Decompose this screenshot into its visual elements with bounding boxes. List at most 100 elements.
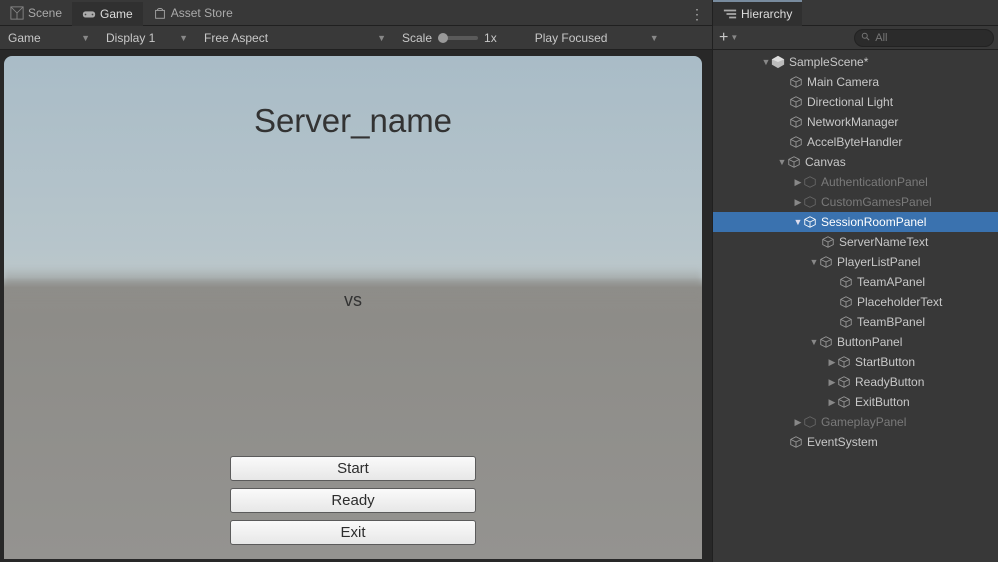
hierarchy-search[interactable]: All bbox=[854, 29, 994, 47]
scale-control: Scale 1x bbox=[394, 31, 505, 45]
tab-game-label: Game bbox=[100, 7, 133, 21]
chevron-down-icon: ▼ bbox=[650, 33, 659, 43]
tab-menu-kebab-icon[interactable]: ⋮ bbox=[690, 6, 704, 23]
tab-game[interactable]: Game bbox=[72, 0, 143, 26]
scale-value: 1x bbox=[484, 31, 497, 45]
node-authentication-panel[interactable]: ▶ AuthenticationPanel bbox=[713, 172, 998, 192]
node-custom-games-panel[interactable]: ▶ CustomGamesPanel bbox=[713, 192, 998, 212]
tab-hierarchy[interactable]: Hierarchy bbox=[713, 0, 802, 26]
gameobject-icon bbox=[803, 175, 817, 189]
foldout-icon[interactable]: ▼ bbox=[777, 157, 787, 167]
game-toolbar: Game ▼ Display 1 ▼ Free Aspect ▼ Scale 1… bbox=[0, 26, 712, 50]
node-label: EventSystem bbox=[807, 435, 878, 449]
gameobject-icon bbox=[787, 155, 801, 169]
node-label: ExitButton bbox=[855, 395, 910, 409]
node-label: Canvas bbox=[805, 155, 846, 169]
node-label: SampleScene* bbox=[789, 55, 868, 69]
gameobject-icon bbox=[789, 115, 803, 129]
play-focus-label: Play Focused bbox=[535, 31, 608, 45]
game-mode-dropdown[interactable]: Game ▼ bbox=[0, 26, 98, 50]
node-player-list-panel[interactable]: ▼ PlayerListPanel bbox=[713, 252, 998, 272]
play-focus-dropdown[interactable]: Play Focused ▼ bbox=[527, 26, 667, 50]
foldout-icon[interactable]: ▶ bbox=[793, 197, 803, 208]
hierarchy-icon bbox=[723, 7, 737, 21]
foldout-icon[interactable]: ▶ bbox=[793, 177, 803, 188]
scale-slider[interactable] bbox=[438, 36, 478, 40]
display-dropdown[interactable]: Display 1 ▼ bbox=[98, 26, 196, 50]
display-label: Display 1 bbox=[106, 31, 155, 45]
aspect-dropdown[interactable]: Free Aspect ▼ bbox=[196, 26, 394, 50]
aspect-label: Free Aspect bbox=[204, 31, 268, 45]
gameobject-icon bbox=[789, 95, 803, 109]
foldout-icon[interactable]: ▼ bbox=[809, 257, 819, 267]
node-label: Main Camera bbox=[807, 75, 879, 89]
node-samplescene[interactable]: ▼ SampleScene* bbox=[713, 52, 998, 72]
gamepad-icon bbox=[82, 7, 96, 21]
foldout-icon[interactable]: ▶ bbox=[827, 357, 837, 368]
node-network-manager[interactable]: NetworkManager bbox=[713, 112, 998, 132]
node-canvas[interactable]: ▼ Canvas bbox=[713, 152, 998, 172]
exit-button[interactable]: Exit bbox=[230, 520, 476, 545]
node-accelbyte-handler[interactable]: AccelByteHandler bbox=[713, 132, 998, 152]
tab-scene[interactable]: Scene bbox=[0, 0, 72, 26]
scale-label: Scale bbox=[402, 31, 432, 45]
node-start-button[interactable]: ▶ StartButton bbox=[713, 352, 998, 372]
node-label: AuthenticationPanel bbox=[821, 175, 928, 189]
scene-icon bbox=[10, 6, 24, 20]
foldout-icon[interactable]: ▶ bbox=[827, 397, 837, 408]
gameobject-icon bbox=[803, 415, 817, 429]
start-button[interactable]: Start bbox=[230, 456, 476, 481]
node-team-b-panel[interactable]: TeamBPanel bbox=[713, 312, 998, 332]
node-label: ServerNameText bbox=[839, 235, 928, 249]
slider-thumb[interactable] bbox=[438, 33, 448, 43]
server-name-text: Server_name bbox=[4, 102, 702, 140]
vs-text: vs bbox=[4, 290, 702, 311]
node-label: StartButton bbox=[855, 355, 915, 369]
game-tab-row: Scene Game Asset Store ⋮ bbox=[0, 0, 712, 26]
gameobject-icon bbox=[837, 355, 851, 369]
node-session-room-panel[interactable]: ▼ SessionRoomPanel bbox=[713, 212, 998, 232]
chevron-down-icon: ▼ bbox=[81, 33, 90, 43]
node-placeholder-text[interactable]: PlaceholderText bbox=[713, 292, 998, 312]
gameobject-icon bbox=[837, 395, 851, 409]
create-button[interactable]: + ▼ bbox=[713, 29, 744, 47]
gameobject-icon bbox=[789, 435, 803, 449]
gameobject-icon bbox=[803, 215, 817, 229]
gameobject-icon bbox=[819, 335, 833, 349]
node-label: PlaceholderText bbox=[857, 295, 942, 309]
foldout-icon[interactable]: ▼ bbox=[793, 217, 803, 227]
node-label: PlayerListPanel bbox=[837, 255, 920, 269]
node-label: SessionRoomPanel bbox=[821, 215, 926, 229]
node-gameplay-panel[interactable]: ▶ GameplayPanel bbox=[713, 412, 998, 432]
foldout-icon[interactable]: ▼ bbox=[761, 57, 771, 67]
chevron-down-icon: ▼ bbox=[179, 33, 188, 43]
hierarchy-tree: ▼ SampleScene* Main Camera Directional L… bbox=[713, 50, 998, 562]
node-ready-button[interactable]: ▶ ReadyButton bbox=[713, 372, 998, 392]
gameobject-icon bbox=[789, 135, 803, 149]
ready-button[interactable]: Ready bbox=[230, 488, 476, 513]
search-placeholder: All bbox=[875, 32, 887, 44]
node-exit-button[interactable]: ▶ ExitButton bbox=[713, 392, 998, 412]
chevron-down-icon: ▼ bbox=[730, 33, 738, 42]
gameobject-icon bbox=[839, 295, 853, 309]
node-label: GameplayPanel bbox=[821, 415, 906, 429]
foldout-icon[interactable]: ▶ bbox=[827, 377, 837, 388]
node-server-name-text[interactable]: ServerNameText bbox=[713, 232, 998, 252]
node-button-panel[interactable]: ▼ ButtonPanel bbox=[713, 332, 998, 352]
foldout-icon[interactable]: ▼ bbox=[809, 337, 819, 347]
node-label: NetworkManager bbox=[807, 115, 898, 129]
hierarchy-panel: Hierarchy + ▼ All ▼ SampleScene* Main Ca… bbox=[712, 0, 998, 562]
node-event-system[interactable]: EventSystem bbox=[713, 432, 998, 452]
node-team-a-panel[interactable]: TeamAPanel bbox=[713, 272, 998, 292]
node-directional-light[interactable]: Directional Light bbox=[713, 92, 998, 112]
game-canvas[interactable]: Server_name vs Start Ready Exit bbox=[4, 56, 702, 559]
hierarchy-toolbar: + ▼ All bbox=[713, 26, 998, 50]
node-label: ReadyButton bbox=[855, 375, 924, 389]
node-main-camera[interactable]: Main Camera bbox=[713, 72, 998, 92]
node-label: TeamBPanel bbox=[857, 315, 925, 329]
node-label: Directional Light bbox=[807, 95, 893, 109]
game-viewport: Server_name vs Start Ready Exit bbox=[0, 50, 712, 562]
game-mode-label: Game bbox=[8, 31, 41, 45]
foldout-icon[interactable]: ▶ bbox=[793, 417, 803, 428]
tab-asset-store[interactable]: Asset Store bbox=[143, 0, 243, 26]
